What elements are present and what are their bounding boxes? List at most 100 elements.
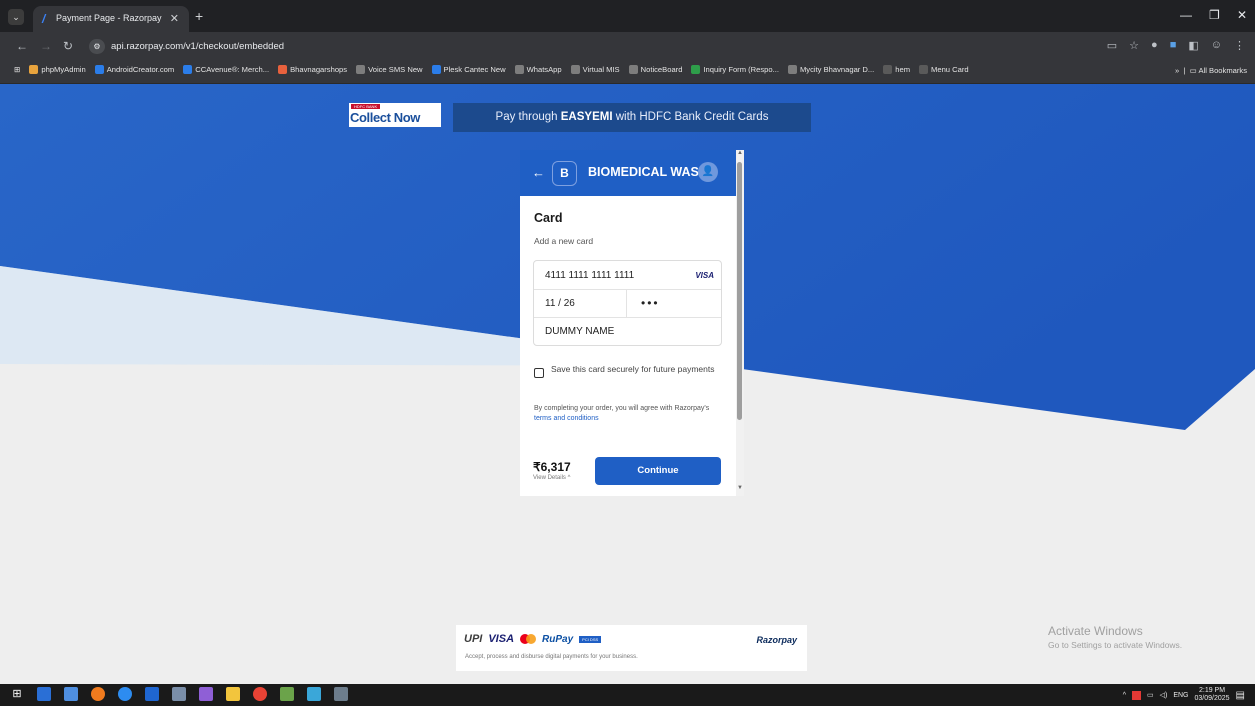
payment-methods-footer: UPI VISA RuPay PCI DSS Razorpay Accept, … (456, 625, 807, 671)
bookmark-label: Inquiry Form (Respo... (703, 65, 779, 74)
network-icon[interactable]: ▭ (1147, 691, 1154, 699)
more-menu-icon[interactable]: ⋮ (1234, 39, 1245, 52)
menu-card-icon (919, 65, 929, 74)
android-creator-icon (94, 65, 104, 74)
volume-icon[interactable]: ◁) (1160, 691, 1168, 699)
tray-app-icon[interactable] (1131, 690, 1141, 700)
notifications-icon[interactable]: ▤ (1236, 690, 1245, 701)
save-card-label[interactable]: Save this card securely for future payme… (551, 363, 726, 375)
php-icon (29, 65, 39, 74)
app-icon-teal[interactable] (307, 687, 321, 701)
scroll-thumb[interactable] (737, 162, 742, 420)
bookmark-item[interactable]: phpMyAdmin (29, 65, 86, 74)
bookmark-label: phpMyAdmin (41, 65, 86, 74)
cvv-field[interactable]: ••• (641, 296, 660, 310)
tab-search-button[interactable]: ⌄ (8, 9, 24, 25)
continue-button[interactable]: Continue (595, 457, 721, 485)
razorpay-logo: Razorpay (756, 635, 797, 645)
omnibox[interactable]: ⚙ api.razorpay.com/v1/checkout/embedded (87, 36, 1087, 57)
bookmark-item[interactable]: AndroidCreator.com (94, 65, 174, 74)
visual-studio-icon[interactable] (199, 687, 213, 701)
back-arrow-icon[interactable]: ← (532, 165, 545, 180)
bookmark-star-icon[interactable]: ☆ (1129, 39, 1139, 52)
merchant-avatar: B (552, 161, 577, 186)
bookmark-item[interactable]: Bhavnagarshops (278, 65, 347, 74)
activate-title: Activate Windows (1048, 624, 1143, 638)
hdfc-bank-label: HDFC BANK (351, 104, 381, 109)
app-icon-green[interactable] (280, 687, 294, 701)
file-explorer-icon[interactable] (64, 687, 78, 701)
apps-icon[interactable]: ⊞ (14, 65, 20, 74)
app-icon-gray[interactable] (334, 687, 348, 701)
bookmark-label: CCAvenue®: Merch... (195, 65, 270, 74)
forward-icon[interactable]: → (40, 39, 52, 53)
extension-2-icon[interactable]: ■ (1170, 39, 1177, 52)
terms-text: By completing your order, you will agree… (534, 404, 724, 424)
language-indicator[interactable]: ENG (1173, 692, 1188, 699)
bookmark-item[interactable]: CCAvenue®: Merch... (183, 65, 269, 74)
save-card-checkbox[interactable] (534, 368, 544, 378)
cast-icon[interactable]: ▭ (1107, 39, 1117, 52)
browser-app-icon[interactable] (118, 687, 132, 701)
clock-date: 03/09/2025 (1194, 695, 1230, 702)
view-details-link[interactable]: View Details ^ (533, 475, 570, 481)
bookmark-item[interactable]: Inquiry Form (Respo... (691, 65, 779, 74)
terms-link[interactable]: terms and conditions (534, 415, 599, 422)
extensions-icon[interactable]: ◧ (1188, 39, 1198, 52)
card-input-group: 4111 1111 1111 1111 VISA 11 / 26 ••• DUM… (533, 260, 722, 346)
app-icon-blue[interactable] (145, 687, 159, 701)
folder-icon[interactable] (226, 687, 240, 701)
profile-icon[interactable]: ☺ (1211, 39, 1222, 52)
reload-icon[interactable]: ↻ (63, 39, 73, 53)
back-icon[interactable]: ← (16, 39, 28, 53)
bookmark-item[interactable]: NoticeBoard (628, 65, 682, 74)
bookmarks-list: ⊞ phpMyAdmin AndroidCreator.com CCAvenue®:… (14, 65, 969, 74)
browser-tab[interactable]: / Payment Page - Razorpay ✕ (33, 6, 189, 32)
chrome-icon[interactable] (253, 687, 267, 701)
bookmark-item[interactable]: hem (883, 65, 910, 74)
extension-1-icon[interactable]: ● (1151, 39, 1158, 52)
bookmark-label: Voice SMS New (368, 65, 423, 74)
restore-icon[interactable]: ❐ (1209, 8, 1220, 22)
tab-close-icon[interactable]: ✕ (170, 12, 179, 25)
scroll-down-icon[interactable]: ▼ (737, 485, 743, 491)
url-text[interactable]: api.razorpay.com/v1/checkout/embedded (111, 41, 284, 52)
bookmark-item[interactable]: Voice SMS New (356, 65, 423, 74)
collect-now-label: Collect Now (350, 110, 420, 125)
all-bookmarks[interactable]: » | ▭ All Bookmarks (1175, 66, 1247, 75)
bookmark-item[interactable]: WhatsApp (514, 65, 562, 74)
start-icon[interactable]: ⊞ (10, 687, 24, 701)
expiry-field[interactable]: 11 / 26 (545, 298, 575, 309)
bookmark-item[interactable]: Plesk Cantec New (431, 65, 506, 74)
bookmark-item[interactable]: Virtual MIS (570, 65, 620, 74)
checkout-page: HDFC BANK Collect Now Pay through EASYEM… (0, 84, 1255, 684)
rupay-logo: RuPay (542, 633, 574, 645)
new-tab-button[interactable]: + (195, 8, 203, 24)
windows-taskbar: ⊞ ^ ▭ ◁) ENG 2:19 PM 03/09/2025 ▤ (0, 684, 1255, 706)
bookmark-label: hem (895, 65, 911, 74)
hem-icon (883, 65, 893, 74)
scroll-up-icon[interactable]: ▲ (737, 150, 743, 156)
banner-text-bold: EASYEMI (560, 111, 613, 123)
card-number-value: 4111 1111 1111 1111 (545, 270, 635, 281)
notepad-icon[interactable] (172, 687, 186, 701)
mastercard-icon (520, 634, 537, 644)
clock[interactable]: 2:19 PM 03/09/2025 (1195, 687, 1230, 703)
globe-icon (570, 65, 580, 74)
name-on-card-field[interactable]: DUMMY NAME (545, 326, 614, 337)
close-window-icon[interactable]: ✕ (1237, 8, 1247, 22)
checkout-scrollbar[interactable]: ▲ ▼ (736, 150, 744, 496)
tray-expand-icon[interactable]: ^ (1123, 692, 1126, 699)
all-bookmarks-label: All Bookmarks (1198, 66, 1247, 75)
plesk-icon (431, 65, 441, 74)
minimize-icon[interactable]: — (1180, 8, 1192, 22)
firefox-icon[interactable] (91, 687, 105, 701)
user-profile-icon[interactable]: 👤 (698, 162, 718, 182)
bookmark-item[interactable]: Menu Card (919, 65, 969, 74)
easyemi-banner[interactable]: Pay through EASYEMI with HDFC Bank Credi… (453, 103, 811, 132)
task-view-icon[interactable] (37, 687, 51, 701)
site-info-icon[interactable]: ⚙ (89, 39, 105, 54)
bookmark-item[interactable]: Mycity Bhavnagar D... (787, 65, 874, 74)
bookmark-label: Menu Card (931, 65, 969, 74)
card-number-field[interactable]: 4111 1111 1111 1111 VISA (534, 261, 721, 290)
